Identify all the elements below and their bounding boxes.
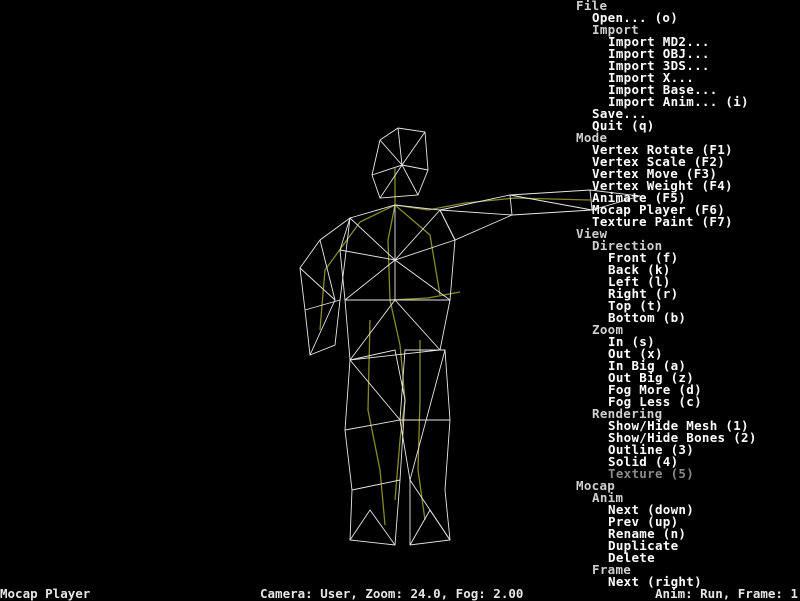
status-mode: Mocap Player bbox=[0, 586, 91, 601]
menu-item-texture: Texture (5) bbox=[608, 466, 695, 481]
status-anim-frame: Anim: Run, Frame: 1 bbox=[655, 586, 798, 601]
status-bar: Mocap Player Camera: User, Zoom: 24.0, F… bbox=[0, 587, 800, 600]
menu-item-texture-paint[interactable]: Texture Paint (F7) bbox=[592, 215, 733, 228]
status-camera: Camera: User, Zoom: 24.0, Fog: 2.00 bbox=[260, 586, 524, 601]
